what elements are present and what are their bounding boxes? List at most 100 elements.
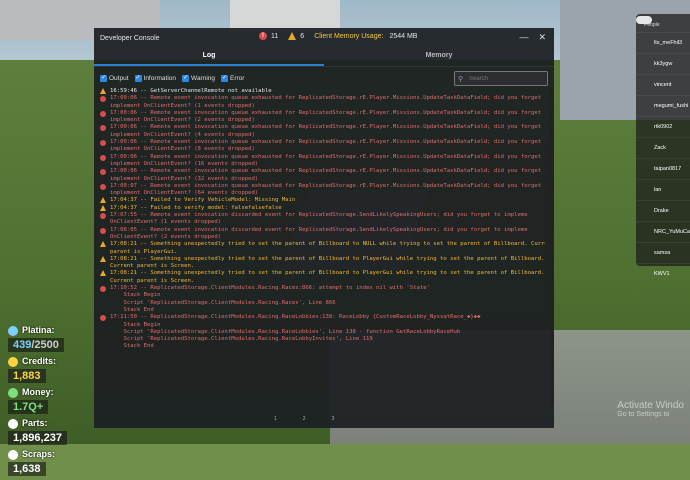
close-icon[interactable]: ✕ [538, 32, 546, 43]
people-list-item[interactable]: KWV1 [636, 263, 690, 284]
log-line-text: Script 'ReplicatedStorage.ClientModules.… [110, 299, 336, 306]
error-icon [100, 286, 106, 293]
log-line: OnClientEvent? (1 events dropped) [100, 219, 545, 226]
log-line: 17:10:52 -- ReplicatedStorage.ClientModu… [100, 285, 545, 293]
stat-platina: Platina: 439/2500 [8, 325, 108, 353]
stat-value-box: 1,638 [8, 462, 46, 476]
warning-icon [100, 270, 106, 277]
stat-label: Platina: [8, 325, 108, 336]
log-output[interactable]: 16:59:46 -- GetServerChannelRemote not a… [100, 88, 545, 406]
filter-error[interactable]: ✓ Error [221, 74, 244, 82]
people-list-item[interactable]: kk3ygw [636, 53, 690, 74]
log-line: 17:11:50 -- ReplicatedStorage.ClientModu… [100, 314, 545, 322]
filter-warning[interactable]: ✓ Warning [182, 74, 215, 82]
log-line-text: Stack End [110, 343, 154, 350]
log-line-text: 17:08:21 -- Something unexpectedly tried… [110, 270, 545, 277]
people-list-item[interactable]: samsa [636, 242, 690, 263]
log-line: implement OnClientEvent? (8 events dropp… [100, 146, 545, 153]
log-line-text: Current parent is Screen. [110, 277, 195, 284]
console-counts: ! 11 6 Client Memory Usage: 2544 MB [259, 32, 417, 40]
console-title: Developer Console [100, 34, 160, 42]
people-list-item[interactable]: Drake [636, 200, 690, 221]
watermark-line2: Go to Settings to [617, 411, 670, 418]
error-count: 11 [271, 32, 279, 40]
log-line: 17:08:05 -- Remote event invocation disc… [100, 227, 545, 234]
filter-output-label: Output [109, 74, 129, 82]
people-list-item[interactable]: lan [636, 179, 690, 200]
warning-icon [100, 197, 106, 204]
log-line: 17:04:37 -- Failed to verify model: fals… [100, 204, 545, 212]
error-icon [100, 140, 106, 147]
search-input[interactable] [469, 75, 539, 82]
log-line: Script 'ReplicatedStorage.ClientModules.… [100, 300, 545, 307]
stat-value-box: 439/2500 [8, 338, 64, 352]
people-list-item[interactable]: rtk0902 [636, 116, 690, 137]
log-scrollbar[interactable] [550, 88, 554, 406]
page-number[interactable]: 3 [332, 416, 335, 422]
log-line-text: OnClientEvent? (1 events dropped) [110, 219, 222, 226]
people-list-item[interactable]: lts_meFhil3 [636, 32, 690, 53]
people-toggle[interactable] [636, 16, 652, 24]
log-line: Stack Begin [100, 292, 545, 299]
log-line-text: 17:00:06 -- Remote event invocation queu… [110, 95, 545, 102]
log-line: Current parent is Screen. [100, 278, 545, 285]
stat-value-box: 1,896,237 [8, 431, 67, 445]
log-line-text: 17:04:37 -- Failed to verify model: fals… [110, 204, 282, 211]
warning-count: 6 [300, 32, 305, 40]
stat-money: Money: 1.7Q+ [8, 387, 108, 415]
log-line-text: 17:00:07 -- Remote event invocation queu… [110, 182, 545, 189]
minimize-icon[interactable]: — [519, 32, 528, 43]
people-list-item[interactable]: megumi_fushi [636, 95, 690, 116]
people-names: lts_meFhil3 kk3ygw vincent megumi_fushi rtk0… [636, 32, 690, 284]
stat-label-text: Credits: [22, 356, 57, 366]
filter-information[interactable]: ✓ Information [134, 74, 177, 82]
tab-memory[interactable]: Memory [324, 48, 554, 66]
error-icon [100, 183, 106, 190]
people-list-item[interactable]: Zack [636, 137, 690, 158]
log-line-text: 17:08:05 -- Remote event invocation disc… [110, 226, 528, 233]
log-line: Script 'ReplicatedStorage.ClientModules.… [100, 336, 545, 343]
log-line-text: implement OnClientEvent? (8 events dropp… [110, 146, 255, 153]
activation-watermark: Activate Windo Go to Settings to [617, 400, 684, 418]
tab-log[interactable]: Log [94, 48, 324, 66]
stat-scraps: Scraps: 1,638 [8, 449, 108, 477]
log-line: 17:00:06 -- Remote event invocation queu… [100, 154, 545, 161]
stat-value: 1,883 [13, 370, 41, 382]
error-icon [100, 227, 106, 234]
log-line-text: parent is PlayerGui. [110, 248, 178, 255]
log-line: 17:08:21 -- Something unexpectedly tried… [100, 270, 545, 277]
people-list-item[interactable]: NRC_YuMuCar [636, 221, 690, 242]
stat-value: 1.7Q+ [13, 401, 44, 413]
log-line: parent is PlayerGui. [100, 249, 545, 256]
people-list-item[interactable]: taipan0817 [636, 158, 690, 179]
warning-icon [100, 88, 106, 94]
window-buttons: — ✕ [519, 32, 546, 43]
log-line: Stack Begin [100, 322, 545, 329]
log-line: Script 'ReplicatedStorage.ClientModules.… [100, 329, 545, 336]
parts-icon [8, 419, 18, 429]
people-list-item[interactable]: vincent [636, 74, 690, 95]
error-icon [100, 213, 106, 220]
stats-panel: Platina: 439/2500 Credits: 1,883 Money: 1.7Q+… [8, 325, 108, 480]
log-line-text: implement OnClientEvent? (32 events drop… [110, 175, 259, 182]
log-line-text: 17:00:06 -- Remote event invocation queu… [110, 153, 545, 160]
log-line: OnClientEvent? (2 events dropped) [100, 234, 545, 241]
page-number[interactable]: 1 [274, 416, 277, 422]
stat-label: Parts: [8, 418, 108, 429]
error-icon [100, 110, 106, 117]
stat-suffix: /2500 [31, 339, 59, 351]
log-line-text: implement OnClientEvent? (16 events drop… [110, 160, 259, 167]
log-line-text: 17:00:06 -- Remote event invocation queu… [110, 109, 545, 116]
stat-label: Money: [8, 387, 108, 398]
log-line: 17:07:55 -- Remote event invocation disc… [100, 212, 545, 220]
filter-output[interactable]: ✓ Output [100, 74, 129, 82]
log-line: implement OnClientEvent? (4 events dropp… [100, 132, 545, 139]
checkbox-icon: ✓ [100, 74, 107, 82]
warning-icon [100, 204, 106, 211]
log-filters: ✓ Output ✓ Information ✓ Warning ✓ Error… [94, 67, 554, 89]
page-number[interactable]: 2 [303, 416, 306, 422]
log-line-text: 17:00:06 -- Remote event invocation queu… [110, 168, 545, 175]
log-line-text: 17:07:55 -- Remote event invocation disc… [110, 212, 528, 219]
log-line: Current parent is Screen. [100, 263, 545, 270]
filter-information-label: Information [143, 74, 177, 82]
